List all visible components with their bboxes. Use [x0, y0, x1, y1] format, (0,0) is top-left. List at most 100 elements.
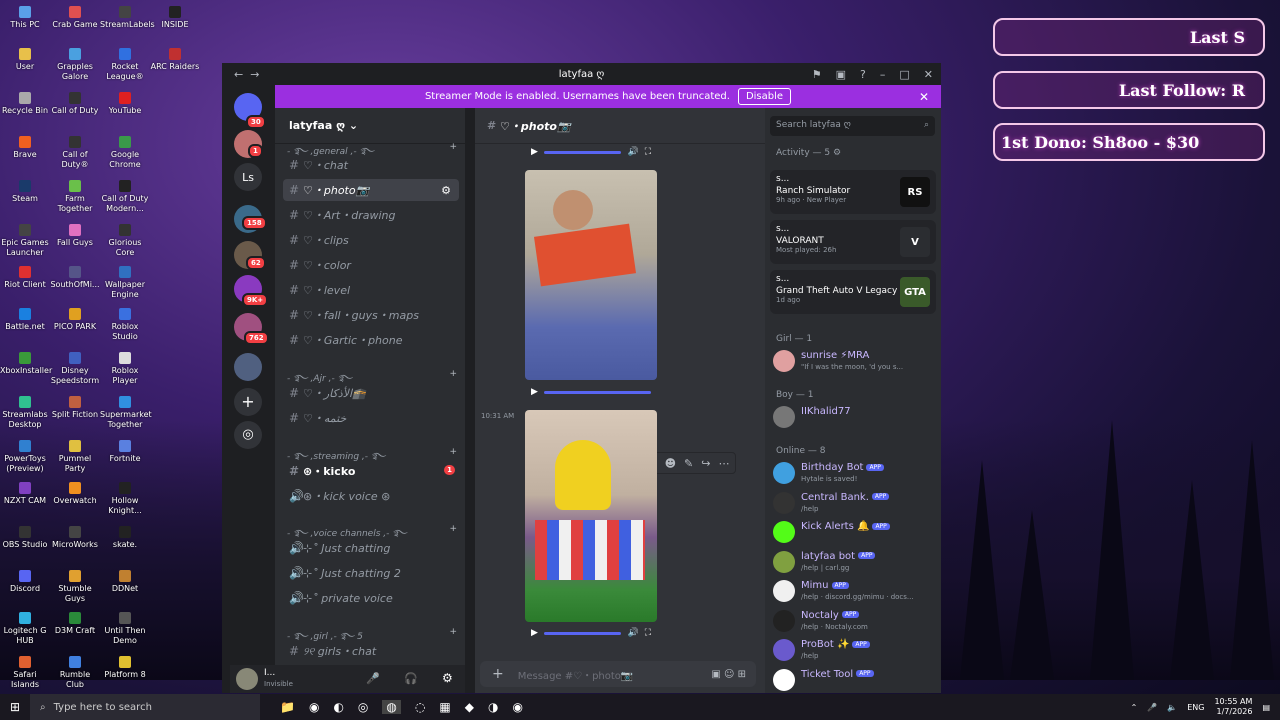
member-item[interactable]: Ticket Tool APP [773, 667, 939, 694]
channel-kick-voice[interactable]: 🔊 ⊛・kick voice ⊛ [283, 485, 459, 507]
desktop-icon[interactable]: User [0, 48, 50, 72]
search-input[interactable]: Search latyfaa ღ ⌕ [770, 116, 935, 136]
progress-bar[interactable] [543, 631, 622, 635]
reply-icon[interactable]: ↪ [701, 457, 710, 470]
mic-icon[interactable]: 🎤 [1147, 703, 1157, 712]
channel-photo[interactable]: # ♡・photo📷 ⚙ [283, 179, 459, 201]
channel-level[interactable]: # ♡・level [283, 279, 459, 301]
message-input[interactable]: + Message #♡・photo📷 ▣ ☺ ⊞ [480, 661, 756, 687]
add-server-icon[interactable]: + [234, 388, 262, 416]
channel-private-voice[interactable]: 🔊 ⊹˚ private voice [283, 587, 459, 609]
disable-button[interactable]: Disable [737, 88, 792, 105]
desktop-icon[interactable]: StreamLabels [100, 6, 155, 30]
activity-card[interactable]: s... Grand Theft Auto V Legacy 1d ago GTA [770, 270, 936, 314]
activity-card[interactable]: s... VALORANT Most played: 26h V [770, 220, 936, 264]
language-indicator[interactable]: ENG [1187, 703, 1204, 712]
desktop-icon[interactable]: Wallpaper Engine [100, 266, 150, 300]
desktop-icon[interactable]: D3M Craft [50, 612, 100, 636]
add-channel-icon[interactable]: + [449, 369, 457, 379]
video-controls[interactable]: ▶ 🔊 ⛶ [525, 144, 657, 160]
user-settings-icon[interactable]: ⚙ [442, 671, 453, 685]
play-icon[interactable]: ▶ [531, 387, 538, 397]
desktop-icon[interactable]: skate. [100, 526, 150, 550]
desktop-icon[interactable]: Logitech G HUB [0, 612, 50, 646]
add-channel-icon[interactable]: + [449, 447, 457, 457]
discover-icon[interactable]: ◎ [234, 421, 262, 449]
desktop-icon[interactable]: Grapples Galore [50, 48, 100, 82]
play-icon[interactable]: ▶ [531, 628, 538, 638]
add-channel-icon[interactable]: + [449, 627, 457, 637]
banner-close-icon[interactable]: ✕ [919, 90, 929, 104]
desktop-icon[interactable]: Streamlabs Desktop [0, 396, 50, 430]
volume-icon[interactable]: 🔈 [1167, 703, 1177, 712]
member-item[interactable]: IIKhalid77 [773, 404, 939, 432]
avatar[interactable] [236, 668, 258, 690]
flag-icon[interactable]: ⚑ [812, 68, 822, 81]
edit-icon[interactable]: ✎ [684, 457, 693, 470]
video-controls[interactable]: ▶ [525, 384, 657, 400]
member-item[interactable]: Noctaly APP/help · Noctaly.com [773, 608, 939, 636]
file-explorer-icon[interactable]: 📁 [280, 700, 295, 714]
notification-icon[interactable]: ▤ [1262, 703, 1270, 712]
desktop-icon[interactable]: Safari Islands [0, 656, 50, 690]
headphones-icon[interactable]: 🎧 [404, 672, 418, 685]
desktop-icon[interactable]: Overwatch [50, 482, 100, 506]
server-header[interactable]: latyfaa ღ ⌄ [275, 108, 465, 144]
channel-just-chatting[interactable]: 🔊 ⊹˚ Just chatting [283, 537, 459, 559]
volume-icon[interactable]: 🔊 [627, 147, 638, 157]
desktop-icon[interactable]: Stumble Guys [50, 570, 100, 604]
activity-header[interactable]: Activity — 5 ⚙ [776, 148, 841, 158]
channel-khatma[interactable]: # ♡・ختمه [283, 407, 459, 429]
video-attachment[interactable] [525, 410, 657, 622]
settings-icon[interactable]: ⚙ [441, 184, 451, 197]
desktop-icon[interactable]: OBS Studio [0, 526, 50, 550]
channel-chat[interactable]: # ♡・chat [283, 154, 459, 176]
progress-bar[interactable] [543, 390, 651, 394]
maximize-button[interactable]: □ [899, 68, 909, 81]
desktop-icon[interactable]: INSIDE [150, 6, 200, 30]
dm-ls[interactable]: Ls [234, 163, 262, 191]
minimize-button[interactable]: – [880, 68, 886, 81]
desktop-icon[interactable]: Recycle Bin [0, 92, 50, 116]
more-icon[interactable]: ⋯ [718, 457, 729, 470]
desktop-icon[interactable]: Glorious Core [100, 224, 150, 258]
server-folder[interactable] [234, 353, 262, 381]
desktop-icon[interactable]: Supermarket Together [100, 396, 152, 430]
volume-icon[interactable]: 🔊 [627, 628, 638, 638]
app-icon[interactable]: ▦ [439, 700, 450, 714]
discord-icon[interactable]: ◍ [382, 700, 401, 714]
member-item[interactable]: sunrise ⚡MRA "If I was the moon, 'd you s… [773, 348, 939, 376]
channel-fall-guys[interactable]: # ♡・fall・guys・maps [283, 304, 459, 326]
app-icon[interactable]: ◌ [415, 700, 425, 714]
desktop-icon[interactable]: Brave [0, 136, 50, 160]
desktop-icon[interactable]: Steam [0, 180, 50, 204]
add-channel-icon[interactable]: + [449, 142, 457, 152]
member-item[interactable]: Kick Alerts 🔔 APP [773, 519, 939, 547]
desktop-icon[interactable]: Discord [0, 570, 50, 594]
chrome-icon[interactable]: ◉ [309, 700, 319, 714]
inbox-icon[interactable]: ▣ [836, 68, 846, 81]
desktop-icon[interactable]: MicroWorks [50, 526, 100, 550]
desktop-icon[interactable]: Google Chrome [100, 136, 150, 170]
activity-card[interactable]: s... Ranch Simulator 9h ago · New Player RS [770, 170, 936, 214]
channel-just-chatting-2[interactable]: 🔊 ⊹˚ Just chatting 2 [283, 562, 459, 584]
video-controls[interactable]: ▶ 🔊 ⛶ [525, 625, 657, 641]
channel-kicko[interactable]: # ⊛・kicko 1 [283, 460, 459, 482]
desktop-icon[interactable]: NZXT CAM [0, 482, 50, 506]
desktop-icon[interactable]: SouthOfMi... [50, 266, 100, 290]
help-icon[interactable]: ? [860, 68, 866, 81]
desktop-icon[interactable]: YouTube [100, 92, 150, 116]
add-reaction-icon[interactable]: ☻ [665, 457, 676, 470]
fullscreen-icon[interactable]: ⛶ [645, 628, 651, 638]
input-tools[interactable]: ▣ ☺ ⊞ [711, 669, 746, 680]
video-attachment[interactable] [525, 170, 657, 380]
play-icon[interactable]: ▶ [531, 147, 538, 157]
desktop-icon[interactable]: This PC [0, 6, 50, 30]
app-icon[interactable]: ◆ [465, 700, 474, 714]
steam-icon[interactable]: ◎ [358, 700, 368, 714]
channel-girls-chat[interactable]: #୨୧ girls・chat [283, 640, 459, 662]
desktop-icon[interactable]: Hollow Knight... [100, 482, 150, 516]
member-item[interactable]: Birthday Bot APP Hytale is saved! [773, 460, 939, 488]
desktop-icon[interactable]: Epic Games Launcher [0, 224, 50, 258]
desktop-icon[interactable]: Disney Speedstorm [50, 352, 100, 386]
